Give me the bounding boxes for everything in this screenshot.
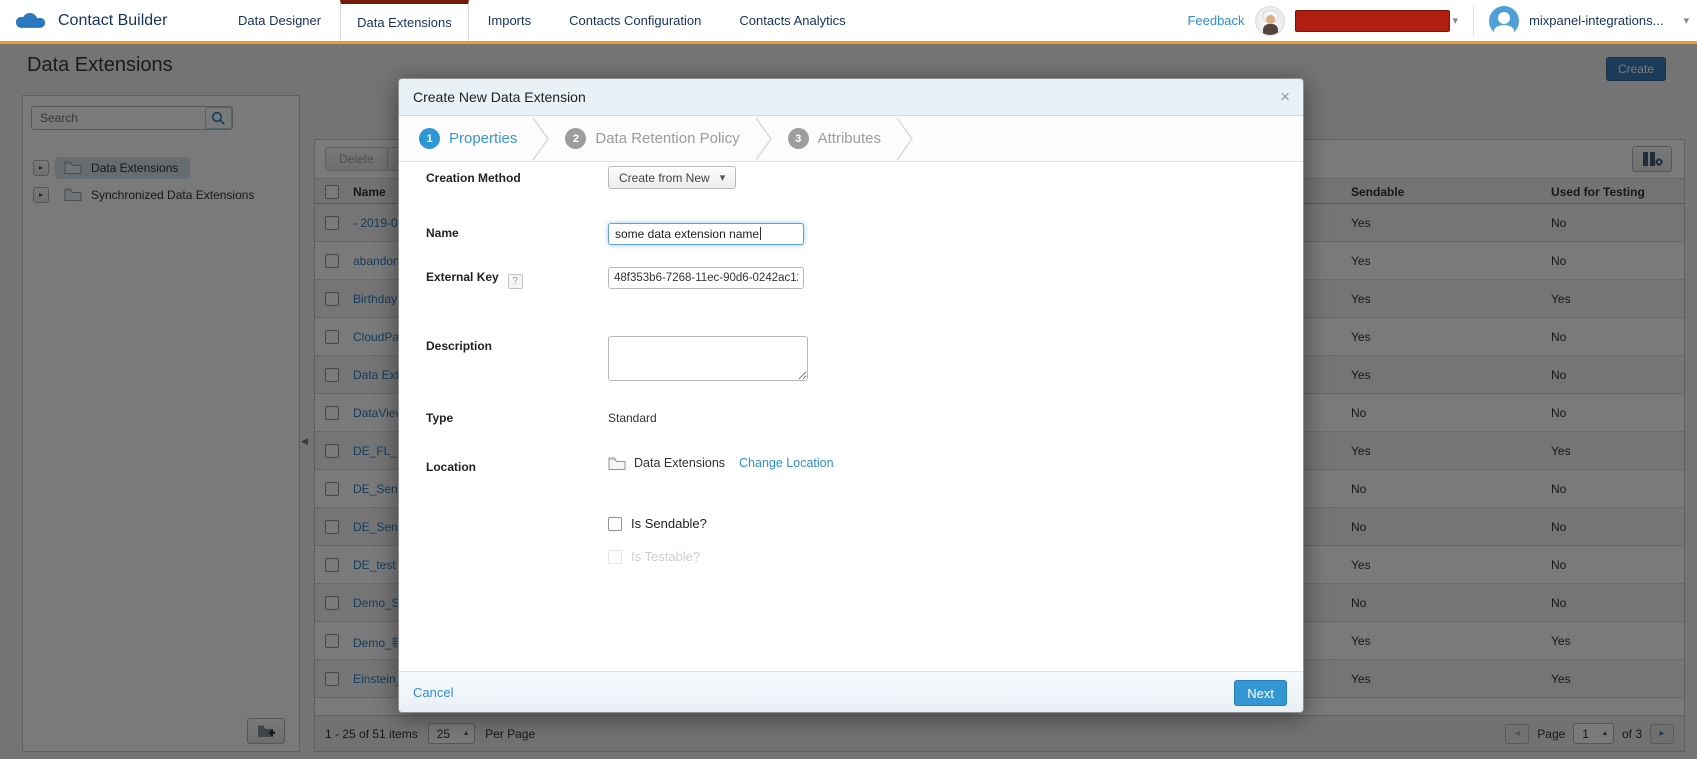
- text-cursor: [760, 227, 761, 240]
- is-testable-label: Is Testable?: [631, 549, 700, 564]
- cancel-link[interactable]: Cancel: [413, 672, 453, 713]
- chevron-down-icon: ▾: [720, 171, 726, 184]
- creation-method-label: Creation Method: [426, 171, 521, 185]
- account-name: mixpanel-integrations...: [1529, 13, 1663, 28]
- external-key-input[interactable]: [608, 267, 804, 289]
- step-attributes[interactable]: 3 Attributes: [788, 128, 881, 149]
- creation-method-value: Create from New: [619, 171, 710, 185]
- step-number: 2: [565, 128, 586, 149]
- account-selector[interactable]: ▾: [1295, 10, 1459, 32]
- einstein-avatar[interactable]: [1255, 6, 1285, 36]
- step-number: 1: [419, 128, 440, 149]
- close-icon[interactable]: ×: [1280, 87, 1290, 107]
- step-data-retention-policy[interactable]: 2 Data Retention Policy: [565, 128, 739, 149]
- external-key-label: External Key?: [426, 270, 523, 289]
- step-number: 3: [788, 128, 809, 149]
- step-properties[interactable]: 1 Properties: [419, 128, 517, 149]
- modal-footer: Cancel Next: [399, 671, 1303, 712]
- nav-item-data-extensions[interactable]: Data Extensions: [340, 0, 469, 41]
- location-label: Location: [426, 460, 476, 474]
- change-location-link[interactable]: Change Location: [739, 456, 834, 470]
- feedback-link[interactable]: Feedback: [1187, 13, 1244, 28]
- step-label: Attributes: [818, 130, 881, 147]
- create-data-extension-modal: Create New Data Extension × 1 Properties…: [398, 78, 1304, 713]
- redacted-account-block: [1295, 10, 1450, 32]
- nav-item-imports[interactable]: Imports: [469, 0, 550, 41]
- nav-divider: [1473, 6, 1474, 36]
- is-sendable-checkbox[interactable]: [608, 517, 622, 531]
- wizard-steps: 1 Properties 2 Data Retention Policy 3 A…: [399, 116, 1303, 162]
- is-testable-checkbox: [608, 550, 622, 564]
- nav-item-contacts-configuration[interactable]: Contacts Configuration: [550, 0, 720, 41]
- modal-header: Create New Data Extension ×: [399, 79, 1303, 116]
- name-label: Name: [426, 226, 459, 240]
- name-input-value: some data extension name: [615, 227, 759, 241]
- step-chevron-icon: [895, 118, 915, 160]
- description-textarea[interactable]: [608, 336, 808, 381]
- folder-icon: [608, 457, 626, 470]
- location-value: Data Extensions: [634, 456, 725, 470]
- top-navbar: Contact Builder Data Designer Data Exten…: [0, 0, 1697, 44]
- help-icon[interactable]: ?: [508, 274, 523, 289]
- salesforce-cloud-logo: [14, 9, 48, 32]
- user-avatar-icon[interactable]: [1489, 6, 1519, 36]
- is-sendable-label: Is Sendable?: [631, 516, 707, 531]
- description-label: Description: [426, 339, 492, 353]
- step-chevron-icon: [531, 118, 551, 160]
- type-value: Standard: [608, 411, 657, 425]
- step-label: Data Retention Policy: [595, 130, 739, 147]
- step-label: Properties: [449, 130, 517, 147]
- chevron-down-icon[interactable]: ▾: [1453, 14, 1459, 27]
- app-title: Contact Builder: [58, 12, 167, 30]
- next-button[interactable]: Next: [1234, 680, 1287, 706]
- modal-body: Creation Method Create from New ▾ Name s…: [399, 162, 1303, 673]
- main-nav: Data Designer Data Extensions Imports Co…: [219, 0, 865, 41]
- nav-item-data-designer[interactable]: Data Designer: [219, 0, 340, 41]
- step-chevron-icon: [754, 118, 774, 160]
- user-menu-chevron-icon[interactable]: ▾: [1683, 14, 1689, 27]
- name-input[interactable]: some data extension name: [608, 223, 804, 245]
- creation-method-dropdown[interactable]: Create from New ▾: [608, 166, 736, 189]
- modal-title: Create New Data Extension: [413, 79, 586, 116]
- nav-item-contacts-analytics[interactable]: Contacts Analytics: [720, 0, 864, 41]
- type-label: Type: [426, 411, 453, 425]
